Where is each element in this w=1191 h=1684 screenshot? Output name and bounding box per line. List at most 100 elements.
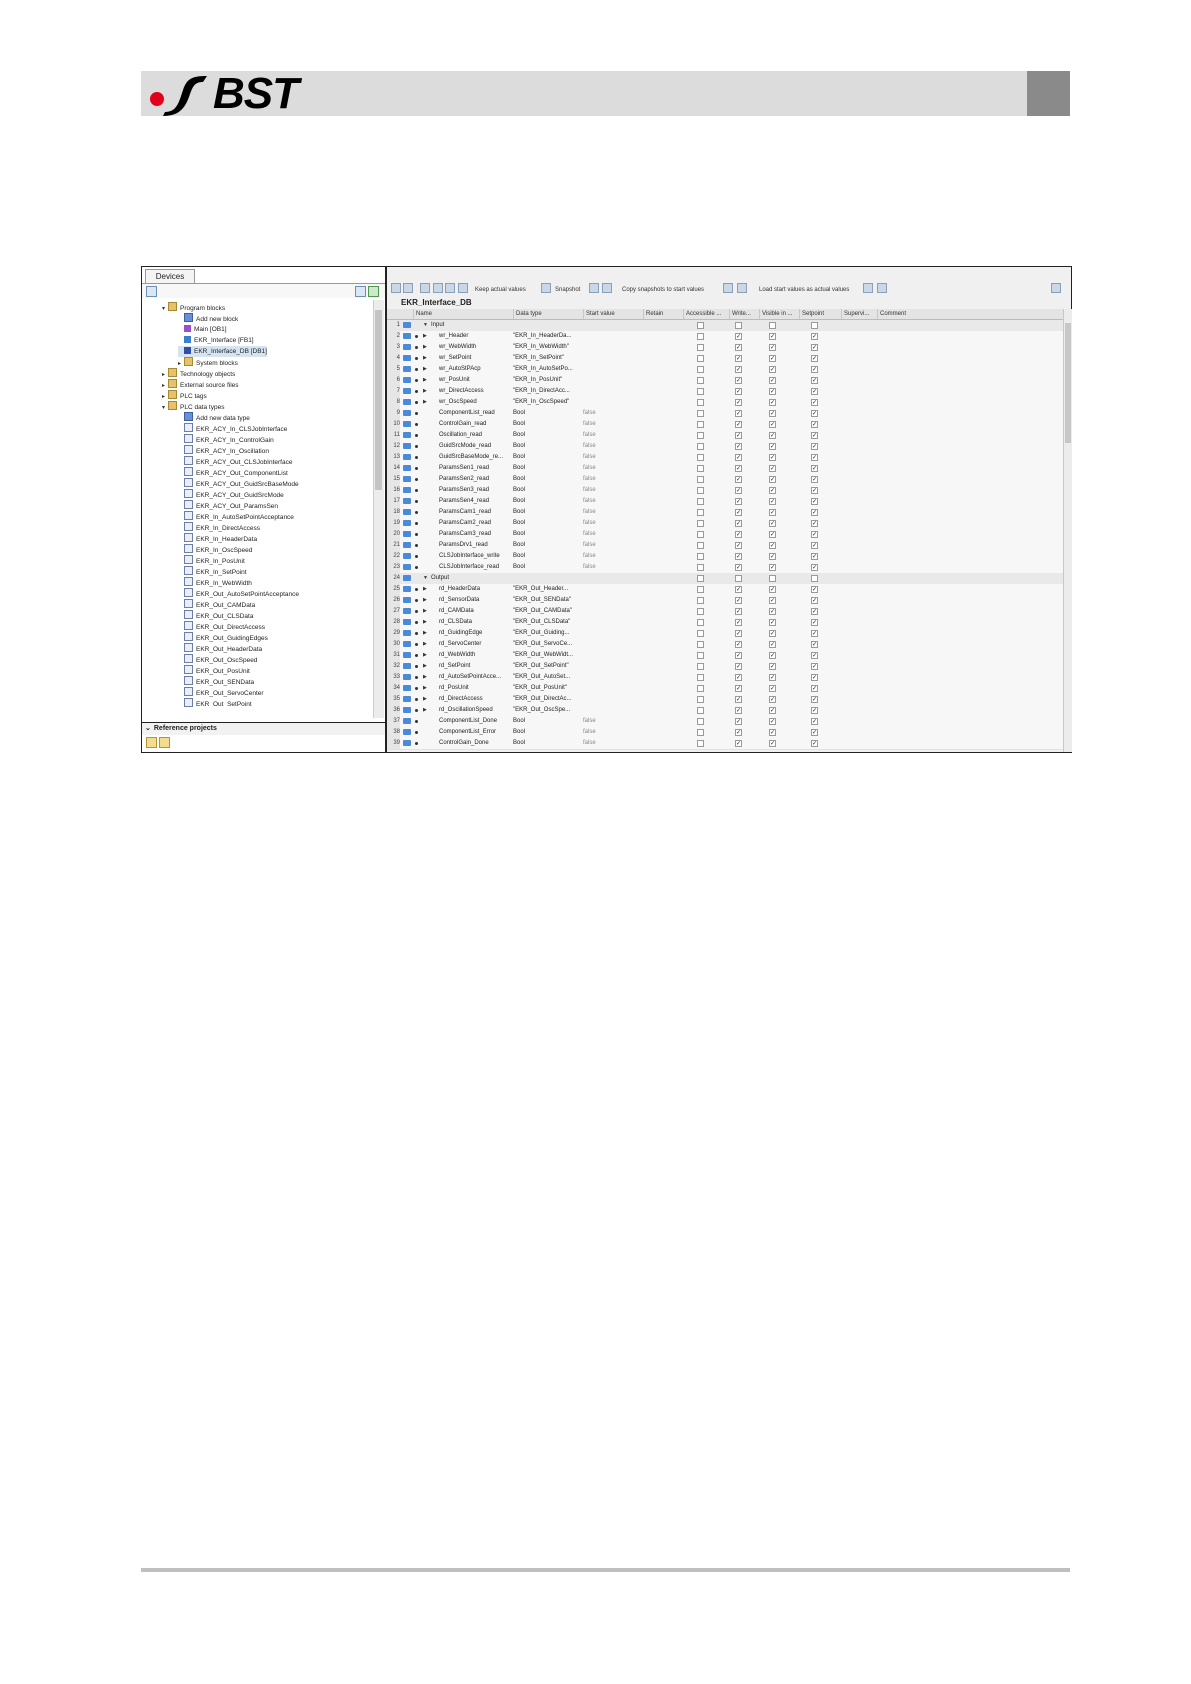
tree-item[interactable]: Add new data type	[178, 412, 250, 423]
checkbox-checked[interactable]: ✓	[769, 443, 776, 450]
checkbox[interactable]	[697, 553, 704, 560]
settings-icon[interactable]	[458, 283, 468, 293]
checkbox-checked[interactable]: ✓	[811, 333, 818, 340]
start-value[interactable]: false	[583, 452, 639, 463]
checkbox-checked[interactable]: ✓	[769, 355, 776, 362]
column-header[interactable]: Accessible ...	[683, 309, 729, 319]
checkbox-checked[interactable]: ✓	[811, 630, 818, 637]
tree-item[interactable]: EKR_Out_PosUnit	[178, 665, 250, 676]
checkbox[interactable]	[697, 663, 704, 670]
checkbox-checked[interactable]: ✓	[735, 476, 742, 483]
checkbox-checked[interactable]: ✓	[811, 740, 818, 747]
checkbox-checked[interactable]: ✓	[735, 707, 742, 714]
start-value[interactable]	[583, 364, 639, 375]
chevron-down-icon[interactable]: ▼	[423, 320, 430, 331]
start-value[interactable]	[583, 386, 639, 397]
tree-item[interactable]: Main [OB1]	[178, 324, 227, 335]
pane-toggle-icon[interactable]	[1051, 283, 1061, 293]
monitor-icon[interactable]	[420, 283, 430, 293]
chevron-right-icon[interactable]	[423, 540, 430, 551]
checkbox-checked[interactable]: ✓	[735, 344, 742, 351]
tree-item[interactable]: EKR_ACY_Out_ComponentList	[178, 467, 288, 478]
start-value[interactable]	[583, 661, 639, 672]
checkbox-checked[interactable]: ✓	[769, 498, 776, 505]
checkbox-checked[interactable]: ✓	[735, 608, 742, 615]
checkbox-checked[interactable]: ✓	[769, 652, 776, 659]
tree-item[interactable]: EKR_ACY_In_CLSJobInterface	[178, 423, 287, 434]
chevron-right-icon[interactable]	[423, 430, 430, 441]
chevron-right-icon[interactable]: ▶	[423, 639, 430, 650]
checkbox-checked[interactable]: ✓	[735, 498, 742, 505]
checkbox-checked[interactable]: ✓	[769, 476, 776, 483]
checkbox-checked[interactable]: ✓	[811, 663, 818, 670]
data-type[interactable]: Bool	[513, 419, 579, 430]
checkbox[interactable]	[697, 421, 704, 428]
variable-name[interactable]: Input	[431, 320, 519, 331]
data-type[interactable]: Bool	[513, 496, 579, 507]
tree-item[interactable]: ▸ System blocks	[178, 357, 238, 368]
checkbox[interactable]	[811, 575, 818, 582]
checkbox-checked[interactable]: ✓	[735, 487, 742, 494]
column-header[interactable]: Setpoint	[799, 309, 841, 319]
checkbox[interactable]	[697, 355, 704, 362]
add-row-icon[interactable]	[403, 283, 413, 293]
start-value[interactable]	[583, 584, 639, 595]
checkbox-checked[interactable]: ✓	[811, 487, 818, 494]
checkbox-checked[interactable]: ✓	[811, 355, 818, 362]
tree-item[interactable]: ▸ PLC tags	[162, 390, 207, 401]
data-type[interactable]: "EKR_In_DirectAcc...	[513, 386, 579, 397]
data-type[interactable]: "EKR_In_SetPoint"	[513, 353, 579, 364]
checkbox[interactable]	[769, 575, 776, 582]
checkbox-checked[interactable]: ✓	[811, 564, 818, 571]
checkbox-checked[interactable]: ✓	[811, 696, 818, 703]
start-value[interactable]	[583, 320, 639, 331]
data-type[interactable]: Bool	[513, 727, 579, 738]
data-type[interactable]: "EKR_Out_Guiding...	[513, 628, 579, 639]
checkbox-checked[interactable]: ✓	[735, 597, 742, 604]
checkbox-checked[interactable]: ✓	[735, 542, 742, 549]
grid-view-icon[interactable]	[355, 286, 366, 297]
checkbox-checked[interactable]: ✓	[811, 410, 818, 417]
data-type[interactable]: "EKR_Out_CAMData"	[513, 606, 579, 617]
data-type[interactable]: "EKR_Out_SENData"	[513, 595, 579, 606]
checkbox-checked[interactable]: ✓	[769, 729, 776, 736]
checkbox[interactable]	[697, 542, 704, 549]
chevron-right-icon[interactable]	[423, 496, 430, 507]
start-value[interactable]: false	[583, 419, 639, 430]
tree-item[interactable]: ▸ Technology objects	[162, 368, 235, 379]
checkbox-checked[interactable]: ✓	[769, 564, 776, 571]
start-value[interactable]: false	[583, 408, 639, 419]
tree-item[interactable]: EKR_ACY_Out_GuidSrcBaseMode	[178, 478, 299, 489]
start-value[interactable]: false	[583, 738, 639, 749]
tree-item[interactable]: EKR_Out_GuidingEdges	[178, 632, 268, 643]
start-value[interactable]	[583, 397, 639, 408]
checkbox-checked[interactable]: ✓	[735, 509, 742, 516]
checkbox-checked[interactable]: ✓	[769, 520, 776, 527]
data-type[interactable]: Bool	[513, 551, 579, 562]
checkbox-checked[interactable]: ✓	[735, 399, 742, 406]
checkbox[interactable]	[811, 322, 818, 329]
checkbox-checked[interactable]: ✓	[735, 421, 742, 428]
start-value[interactable]: false	[583, 551, 639, 562]
chevron-right-icon[interactable]	[423, 727, 430, 738]
start-value[interactable]: false	[583, 463, 639, 474]
checkbox[interactable]	[697, 652, 704, 659]
data-type[interactable]: "EKR_Out_WebWidt...	[513, 650, 579, 661]
tree-item[interactable]: EKR_In_HeaderData	[178, 533, 257, 544]
checkbox-checked[interactable]: ✓	[769, 432, 776, 439]
start-value[interactable]	[583, 694, 639, 705]
start-value[interactable]	[583, 342, 639, 353]
snapshot-copy-icon[interactable]	[602, 283, 612, 293]
data-type[interactable]: "EKR_In_AutoSetPo...	[513, 364, 579, 375]
tab-devices[interactable]: Devices	[145, 269, 195, 284]
checkbox[interactable]	[697, 597, 704, 604]
checkbox-checked[interactable]: ✓	[735, 564, 742, 571]
chevron-right-icon[interactable]: ▶	[423, 386, 430, 397]
start-value[interactable]	[583, 639, 639, 650]
checkbox[interactable]	[697, 366, 704, 373]
tree-scrollbar[interactable]	[373, 300, 384, 718]
checkbox-checked[interactable]: ✓	[769, 366, 776, 373]
checkbox[interactable]	[697, 454, 704, 461]
checkbox-checked[interactable]: ✓	[811, 641, 818, 648]
column-header[interactable]: Start value	[583, 309, 643, 319]
